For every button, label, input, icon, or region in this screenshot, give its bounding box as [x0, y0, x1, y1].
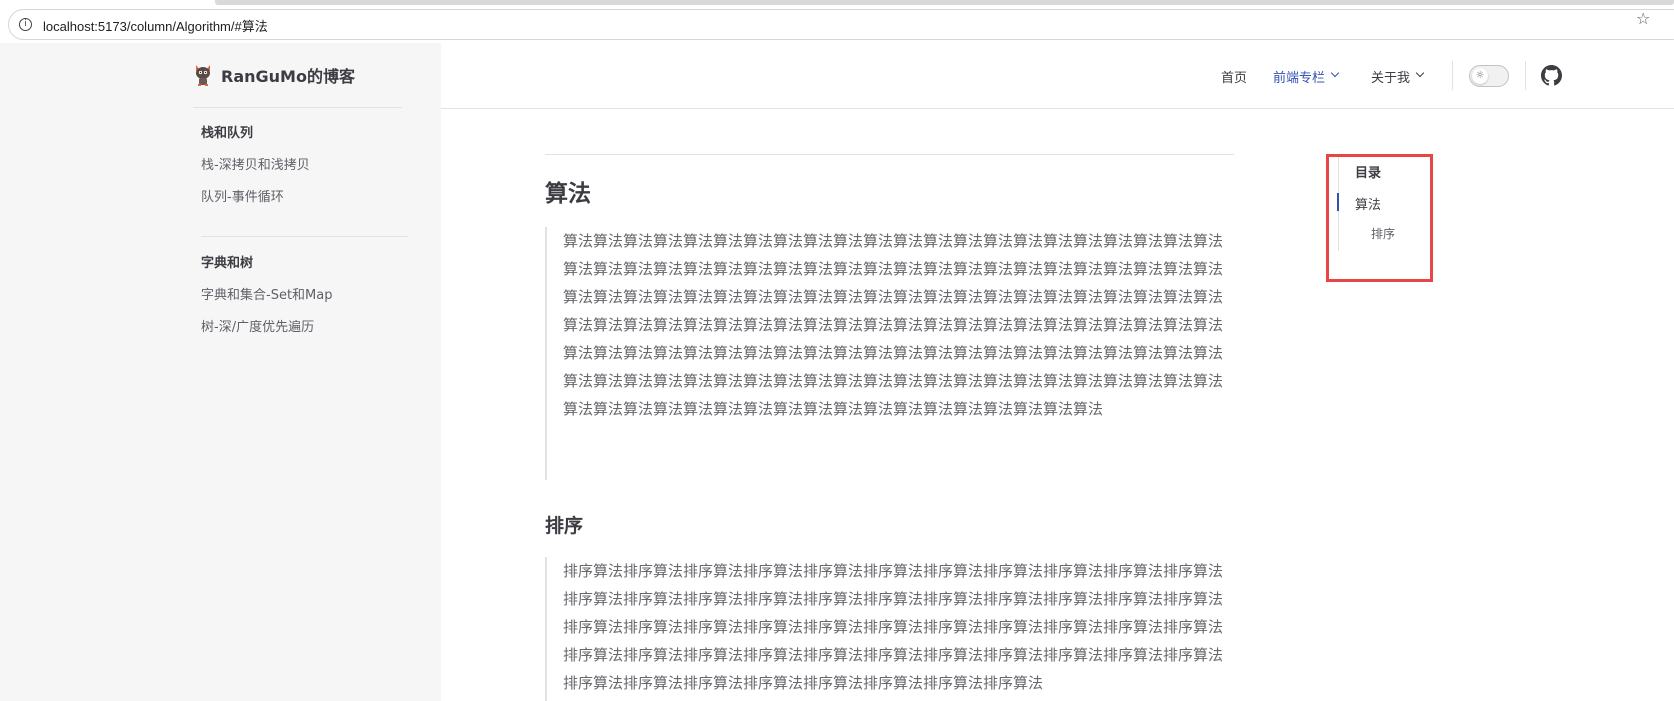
blockquote-algorithm: 算法算法算法算法算法算法算法算法算法算法算法算法算法算法算法算法算法算法算法算法…	[545, 227, 1225, 480]
github-icon[interactable]	[1541, 65, 1562, 86]
toc-title: 目录	[1355, 166, 1382, 181]
nav-about-me[interactable]: 关于我	[1371, 66, 1425, 86]
sun-icon: ☼	[1472, 68, 1488, 84]
nav-divider	[1452, 61, 1453, 90]
sidebar-divider	[201, 236, 408, 237]
content-divider	[545, 154, 1234, 155]
nav-about-label[interactable]: 关于我	[1371, 67, 1410, 86]
address-bar[interactable]: i localhost:5173/column/Algorithm/#算法	[8, 9, 1674, 40]
brand-title: RanGuMo的博客	[221, 67, 355, 86]
sidebar-group-title: 栈和队列	[201, 126, 254, 141]
sidebar-item-tree-traversal[interactable]: 树-深/广度优先遍历	[201, 312, 332, 344]
star-icon[interactable]: ☆	[1636, 11, 1650, 27]
header-divider	[441, 108, 1674, 109]
tab-strip	[215, 0, 1674, 5]
browser-top-strip	[0, 0, 1674, 6]
sidebar-group-title: 字典和树	[201, 256, 254, 271]
blockquote-sorting: 排序算法排序算法排序算法排序算法排序算法排序算法排序算法排序算法排序算法排序算法…	[545, 557, 1225, 701]
cat-logo-icon	[196, 65, 210, 86]
sidebar-group-stack-queue: 栈和队列 栈-深拷贝和浅拷贝 队列-事件循环	[201, 118, 310, 214]
url-text[interactable]: localhost:5173/column/Algorithm/#算法	[43, 16, 268, 35]
sidebar-group-dict-tree: 字典和树 字典和集合-Set和Map 树-深/广度优先遍历	[201, 248, 332, 344]
theme-toggle[interactable]: ☼	[1469, 65, 1509, 87]
sidebar-item-event-loop[interactable]: 队列-事件循环	[201, 182, 310, 214]
info-icon[interactable]: i	[19, 18, 32, 31]
blockquote-text: 算法算法算法算法算法算法算法算法算法算法算法算法算法算法算法算法算法算法算法算法…	[563, 232, 1224, 418]
toc-active-marker	[1337, 193, 1339, 211]
toc-item-algorithm[interactable]: 算法	[1355, 194, 1381, 213]
sidebar-item-deep-copy[interactable]: 栈-深拷贝和浅拷贝	[201, 150, 310, 182]
sidebar-item-set-map[interactable]: 字典和集合-Set和Map	[201, 280, 332, 312]
brand-link[interactable]: RanGuMo的博客	[193, 63, 355, 87]
nav-divider	[1525, 61, 1526, 90]
chevron-down-icon[interactable]	[1415, 68, 1425, 78]
nav-frontend-column[interactable]: 前端专栏	[1273, 66, 1340, 86]
blockquote-text: 排序算法排序算法排序算法排序算法排序算法排序算法排序算法排序算法排序算法排序算法…	[563, 562, 1224, 692]
section-heading-sorting: 排序	[545, 515, 584, 537]
chevron-down-icon[interactable]	[1330, 68, 1340, 78]
section-heading-algorithm: 算法	[545, 181, 591, 207]
brand-divider	[193, 107, 402, 108]
nav-frontend-label[interactable]: 前端专栏	[1273, 67, 1325, 86]
nav-home[interactable]: 首页	[1221, 66, 1247, 86]
toc-item-sorting[interactable]: 排序	[1371, 225, 1395, 242]
nav-home-label[interactable]: 首页	[1221, 67, 1247, 86]
